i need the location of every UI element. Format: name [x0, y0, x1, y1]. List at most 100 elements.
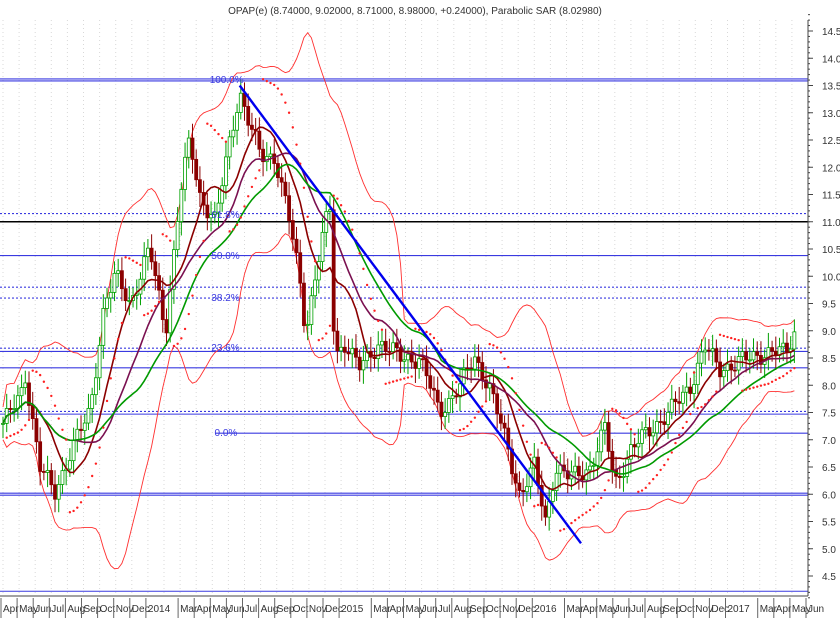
sar-dot	[202, 239, 205, 243]
candle-body	[298, 252, 303, 284]
candle-body	[391, 342, 396, 352]
candle-body	[227, 136, 232, 158]
sar-dot	[83, 494, 86, 497]
sar-dot	[551, 451, 555, 454]
sar-dot	[325, 332, 328, 335]
y-tick-label: 12.5	[822, 136, 840, 147]
candle-body	[335, 330, 340, 352]
candle-body	[432, 387, 436, 391]
sar-dot	[135, 261, 138, 265]
candle-body	[19, 387, 24, 397]
sar-dot	[715, 390, 718, 393]
sar-dot	[585, 511, 588, 514]
candle-body	[339, 346, 344, 352]
sar-dot	[555, 456, 558, 459]
candle-body	[12, 408, 17, 410]
sar-dot	[499, 351, 503, 354]
sar-dot	[599, 496, 603, 500]
sar-dot	[406, 376, 410, 379]
y-tick-label: 14.5	[822, 27, 840, 38]
sar-dot	[79, 501, 83, 504]
sar-dot	[90, 474, 94, 478]
candle-body	[695, 362, 700, 386]
candle-body	[108, 291, 113, 299]
x-tick-label: Jul	[438, 604, 451, 615]
sar-dot	[384, 382, 387, 386]
candle-body	[699, 351, 704, 364]
candle-body	[602, 422, 607, 431]
candle-body	[718, 361, 722, 378]
sar-dot	[183, 327, 187, 331]
x-tick-label: Oct	[293, 604, 309, 615]
candle-body	[591, 464, 596, 467]
sar-dot	[265, 79, 268, 83]
sar-dot	[629, 428, 633, 431]
sar-dot	[510, 377, 514, 380]
sar-dot	[559, 529, 562, 532]
y-tick-label: 13.5	[822, 82, 840, 93]
candle-body	[394, 342, 399, 349]
y-tick-label: 11.5	[822, 191, 840, 202]
x-axis: Apr MayJun Jul AugSepOct NovDec2014 MarApr May…	[0, 595, 824, 618]
horizontal-levels	[0, 78, 808, 592]
sar-dot	[573, 519, 577, 522]
sar-dot	[432, 336, 436, 340]
x-tick-label: Jul	[245, 604, 258, 615]
sar-dot	[128, 257, 131, 260]
sar-dot	[458, 428, 462, 432]
candle-body	[60, 470, 65, 485]
candle-body	[346, 351, 351, 355]
sar-dot	[254, 177, 257, 180]
sar-dot	[488, 342, 491, 346]
candle-body	[294, 238, 299, 254]
candle-body	[498, 413, 503, 424]
candle-body	[79, 428, 83, 431]
sar-dot	[224, 140, 228, 143]
sar-dot	[20, 428, 23, 431]
candle-body	[164, 319, 169, 334]
candle-body	[543, 505, 548, 518]
candle-body	[320, 231, 325, 262]
sar-dot	[161, 233, 164, 236]
sar-dot	[696, 406, 699, 410]
candle-body	[406, 353, 410, 361]
sar-dot	[273, 83, 276, 87]
candle-body	[220, 185, 225, 204]
sar-dot	[640, 489, 644, 492]
sar-dot	[718, 333, 722, 337]
sar-dot	[261, 77, 265, 81]
sar-dot	[533, 505, 536, 508]
sar-dot	[466, 424, 469, 428]
sar-dot	[116, 337, 120, 341]
sar-dot	[339, 204, 343, 207]
sar-dot	[752, 386, 755, 389]
candle-body	[402, 359, 407, 362]
x-tick-label: Jun	[808, 604, 824, 615]
sar-dot	[763, 383, 766, 386]
y-tick-label: 6.5	[822, 463, 836, 474]
sar-dot	[72, 509, 75, 513]
candle-body	[142, 256, 147, 280]
sar-dot	[250, 185, 254, 189]
fib-label: 38.2%	[211, 293, 239, 304]
candle-body	[781, 342, 786, 348]
candle-body	[454, 395, 459, 398]
y-tick-label: 8.0	[822, 381, 836, 392]
sar-dot	[588, 508, 592, 512]
x-tick-label: Oct	[679, 604, 695, 615]
candle-body	[658, 421, 663, 423]
sar-dot	[503, 357, 506, 360]
sar-dot	[507, 365, 510, 369]
candle-body	[662, 421, 667, 425]
sar-dot	[625, 422, 629, 426]
sar-dot	[455, 380, 458, 384]
candle-body	[138, 278, 143, 295]
sar-dot	[176, 342, 179, 346]
candle-body	[149, 247, 154, 263]
sar-dot	[410, 375, 413, 378]
sar-dot	[518, 408, 521, 412]
candle-body	[41, 471, 46, 473]
candle-body	[250, 124, 254, 130]
candle-body	[681, 391, 685, 404]
sar-dot	[102, 426, 105, 429]
